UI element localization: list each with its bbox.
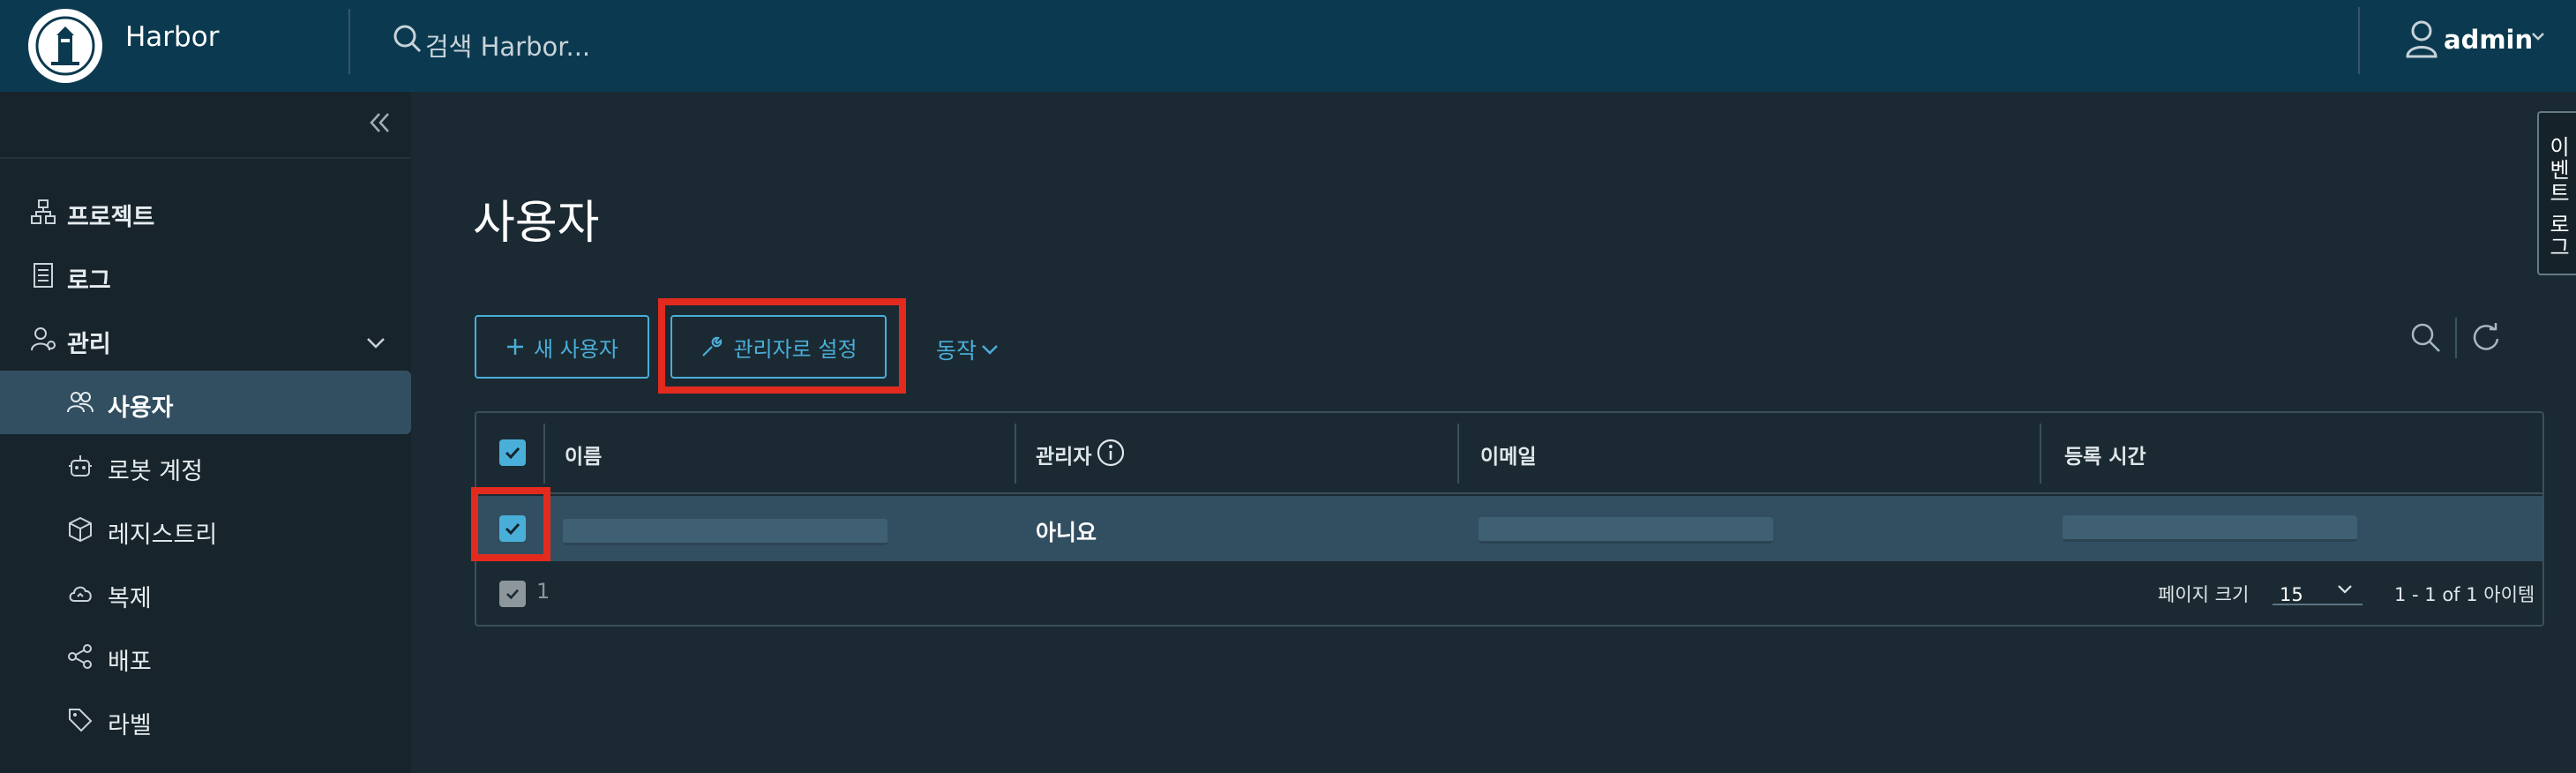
pagination-info: 1 - 1 of 1 아이템 (2394, 584, 2535, 605)
redacted-registration-time (2063, 515, 2357, 542)
sidebar-item-label: 프로젝트 (67, 204, 155, 231)
sidebar-item-replications[interactable]: 복제 (0, 561, 411, 625)
share-icon (67, 643, 94, 670)
tag-icon (67, 707, 94, 733)
page-size-label: 페이지 크기 (2158, 584, 2250, 605)
actions-dropdown[interactable]: 동작 (936, 334, 1000, 365)
admin-cell: 아니요 (1036, 520, 1097, 545)
users-table: 이름 관리자 이메일 등록 시간 아니요 1 페이지 크기 15 1 - 1 o… (475, 411, 2544, 627)
table-header: 이름 관리자 이메일 등록 시간 (476, 413, 2542, 494)
column-header-registered[interactable]: 등록 시간 (2064, 439, 2146, 469)
header-divider-right (2358, 7, 2360, 74)
table-search-icon[interactable] (2409, 321, 2443, 358)
column-separator (1457, 424, 1459, 484)
sidebar-item-registries[interactable]: 레지스트리 (0, 498, 411, 561)
chevron-down-icon (982, 345, 998, 355)
highlight-box-row-checkbox (471, 487, 550, 561)
column-separator (2040, 424, 2041, 484)
selection-count-checkbox (499, 581, 526, 607)
sidebar-item-label: 라벨 (108, 712, 152, 739)
sidebar-item-distributions[interactable]: 배포 (0, 625, 411, 688)
new-user-button[interactable]: 새 사용자 (475, 315, 649, 379)
sidebar-item-label: 로봇 계정 (108, 458, 203, 485)
sidebar-item-label: 배포 (108, 649, 152, 676)
cloud-icon (67, 580, 94, 606)
sidebar-item-admin[interactable]: 관리 (0, 307, 411, 371)
sidebar-divider (0, 157, 411, 159)
redacted-username (563, 519, 887, 545)
sidebar-item-users[interactable]: 사용자 (0, 371, 411, 434)
sidebar-item-projects[interactable]: 프로젝트 (0, 180, 411, 244)
event-log-tab[interactable]: 이벤트 로그 (2537, 111, 2576, 275)
sidebar-item-label: 관리 (67, 331, 111, 358)
column-header-name[interactable]: 이름 (565, 439, 602, 469)
column-header-email[interactable]: 이메일 (1480, 439, 1536, 469)
page-size-value: 15 (2280, 584, 2303, 605)
plus-icon (507, 339, 524, 355)
robot-icon (67, 453, 94, 479)
redacted-email (1479, 517, 1773, 544)
user-menu[interactable]: admin (2444, 25, 2533, 55)
sidebar-item-robot-accounts[interactable]: 로봇 계정 (0, 434, 411, 498)
column-separator (543, 424, 545, 484)
search-input[interactable]: 검색 Harbor... (425, 26, 590, 64)
brand-name[interactable]: Harbor (125, 21, 219, 53)
page-title: 사용자 (473, 197, 600, 250)
sidebar-item-label: 로그 (67, 267, 111, 295)
collapse-sidebar-icon[interactable] (369, 111, 392, 138)
toolbar-divider (2455, 318, 2457, 358)
users-icon (67, 389, 94, 416)
sidebar-item-label: 복제 (108, 585, 152, 612)
selected-count: 1 (536, 579, 550, 604)
sidebar-item-label: 레지스트리 (108, 522, 218, 549)
actions-label: 동작 (936, 338, 977, 364)
info-icon[interactable] (1096, 438, 1126, 471)
page-size-select[interactable]: 15 (2273, 574, 2363, 605)
column-header-admin[interactable]: 관리자 (1036, 439, 1091, 469)
chevron-down-icon[interactable] (365, 330, 386, 357)
event-log-label: 이벤트 로그 (2545, 136, 2570, 259)
admin-icon (30, 326, 56, 352)
column-separator (1015, 424, 1016, 484)
harbor-logo-icon[interactable] (28, 9, 102, 83)
search-icon[interactable] (392, 23, 423, 58)
chevron-down-icon[interactable] (2530, 28, 2546, 48)
logs-icon (30, 262, 56, 289)
projects-icon (30, 199, 56, 225)
select-all-checkbox[interactable] (499, 439, 526, 466)
top-header: Harbor 검색 Harbor... admin (0, 0, 2576, 92)
sidebar-item-label: 사용자 (108, 394, 174, 422)
table-row[interactable]: 아니요 (476, 496, 2542, 561)
refresh-icon[interactable] (2470, 321, 2502, 356)
user-icon[interactable] (2405, 19, 2438, 62)
sidebar-item-labels[interactable]: 라벨 (0, 688, 411, 752)
header-divider (348, 9, 350, 74)
sidebar: 프로젝트 로그 관리 사용자 로봇 계정 레지스트리 복제 배포 라벨 (0, 92, 411, 773)
sidebar-item-logs[interactable]: 로그 (0, 244, 411, 307)
chevron-down-icon (2336, 581, 2354, 602)
highlight-box-admin-button (658, 298, 906, 394)
registry-icon (67, 516, 94, 543)
new-user-label: 새 사용자 (534, 336, 618, 362)
table-footer: 1 페이지 크기 15 1 - 1 of 1 아이템 (476, 563, 2542, 625)
